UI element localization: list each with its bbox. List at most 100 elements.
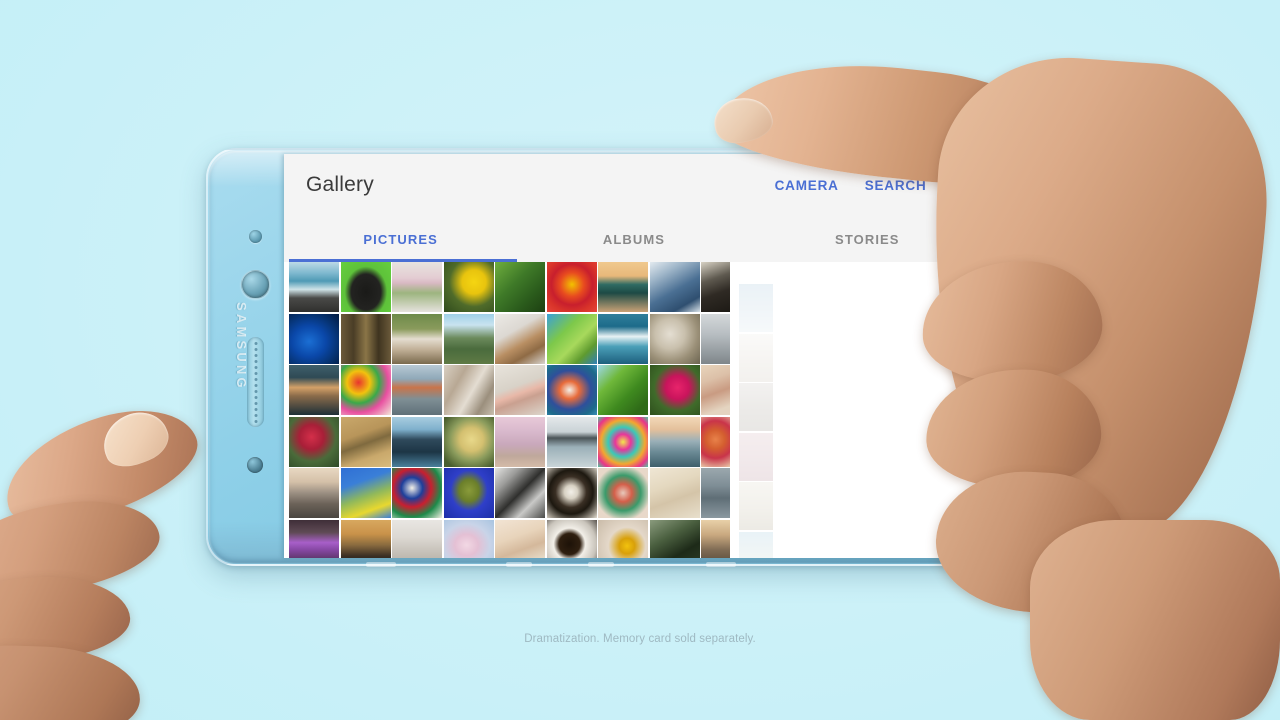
thumbnail-image xyxy=(392,468,442,518)
photo-thumbnail[interactable] xyxy=(649,313,700,364)
thumbnail-image xyxy=(392,365,442,415)
photo-thumbnail[interactable] xyxy=(495,468,545,518)
right-hand xyxy=(700,40,1280,720)
thumbnail-image xyxy=(546,468,597,518)
photo-thumbnail[interactable] xyxy=(289,262,339,312)
photo-thumbnail[interactable] xyxy=(289,313,339,364)
photo-thumbnail[interactable] xyxy=(443,262,494,312)
thumbnail-image xyxy=(649,416,700,467)
photo-thumbnail[interactable] xyxy=(392,262,442,312)
photo-thumbnail[interactable] xyxy=(598,262,648,312)
photo-thumbnail[interactable] xyxy=(443,313,494,364)
photo-thumbnail[interactable] xyxy=(495,313,545,364)
photo-thumbnail[interactable] xyxy=(495,519,545,558)
photo-thumbnail[interactable] xyxy=(649,519,700,558)
page-title: Gallery xyxy=(306,173,374,196)
photo-thumbnail[interactable] xyxy=(495,262,545,312)
thumbnail-image xyxy=(443,468,494,518)
photo-thumbnail[interactable] xyxy=(495,416,545,467)
thumbnail-image xyxy=(340,416,391,467)
thumbnail-image xyxy=(546,416,597,467)
photo-thumbnail[interactable] xyxy=(598,313,648,364)
thumbnail-image xyxy=(546,365,597,415)
photo-thumbnail[interactable] xyxy=(392,365,442,415)
scene-background: SAMSUNG Gallery CAMERA SEARCH PICTURES A… xyxy=(0,0,1280,720)
thumbnail-image xyxy=(495,262,545,312)
photo-thumbnail[interactable] xyxy=(443,365,494,415)
photo-thumbnail[interactable] xyxy=(649,416,700,467)
thumbnail-image xyxy=(546,519,597,558)
thumbnail-image xyxy=(340,365,391,415)
photo-thumbnail[interactable] xyxy=(546,416,597,467)
photo-thumbnail[interactable] xyxy=(546,468,597,518)
photo-thumbnail[interactable] xyxy=(392,416,442,467)
photo-thumbnail[interactable] xyxy=(340,519,391,558)
right-wrist xyxy=(1030,520,1280,720)
thumbnail-image xyxy=(598,262,648,312)
thumbnail-image xyxy=(546,262,597,312)
photo-thumbnail[interactable] xyxy=(649,365,700,415)
tab-pictures[interactable]: PICTURES xyxy=(284,216,517,262)
photo-thumbnail[interactable] xyxy=(598,468,648,518)
thumbnail-image xyxy=(598,519,648,558)
thumbnail-image xyxy=(340,262,391,312)
thumbnail-image xyxy=(546,313,597,364)
thumbnail-image xyxy=(598,365,648,415)
antenna-line xyxy=(366,562,396,567)
photo-thumbnail[interactable] xyxy=(443,416,494,467)
thumbnail-image xyxy=(649,262,700,312)
photo-thumbnail[interactable] xyxy=(546,313,597,364)
photo-thumbnail[interactable] xyxy=(546,262,597,312)
thumbnail-image xyxy=(495,468,545,518)
thumbnail-image xyxy=(443,313,494,364)
photo-thumbnail[interactable] xyxy=(649,468,700,518)
photo-thumbnail[interactable] xyxy=(495,365,545,415)
thumbnail-image xyxy=(649,468,700,518)
photo-thumbnail[interactable] xyxy=(649,262,700,312)
thumbnail-image xyxy=(598,468,648,518)
thumbnail-image xyxy=(392,313,442,364)
photo-thumbnail[interactable] xyxy=(598,365,648,415)
photo-thumbnail[interactable] xyxy=(340,365,391,415)
photo-thumbnail[interactable] xyxy=(392,313,442,364)
thumbnail-image xyxy=(495,416,545,467)
thumbnail-image xyxy=(289,262,339,312)
thumbnail-image xyxy=(443,416,494,467)
photo-thumbnail[interactable] xyxy=(340,416,391,467)
thumbnail-image xyxy=(392,519,442,558)
thumbnail-image xyxy=(340,519,391,558)
thumbnail-image xyxy=(649,313,700,364)
photo-thumbnail[interactable] xyxy=(340,262,391,312)
photo-thumbnail[interactable] xyxy=(598,519,648,558)
left-hand xyxy=(0,388,320,720)
photo-thumbnail[interactable] xyxy=(546,519,597,558)
thumbnail-image xyxy=(392,416,442,467)
thumbnail-image xyxy=(340,313,391,364)
thumbnail-image xyxy=(443,365,494,415)
photo-thumbnail[interactable] xyxy=(546,365,597,415)
photo-thumbnail[interactable] xyxy=(443,468,494,518)
thumbnail-image xyxy=(443,262,494,312)
thumbnail-image xyxy=(649,365,700,415)
thumbnail-image xyxy=(495,313,545,364)
thumbnail-image xyxy=(392,262,442,312)
photo-thumbnail[interactable] xyxy=(392,519,442,558)
antenna-line xyxy=(506,562,532,567)
left-palm xyxy=(0,642,142,720)
flash-sensor-icon xyxy=(249,230,262,243)
thumbnail-image xyxy=(289,313,339,364)
antenna-line xyxy=(588,562,614,567)
thumbnail-image xyxy=(649,519,700,558)
photo-thumbnail[interactable] xyxy=(340,313,391,364)
thumbnail-image xyxy=(495,365,545,415)
photo-thumbnail[interactable] xyxy=(392,468,442,518)
photo-thumbnail[interactable] xyxy=(340,468,391,518)
samsung-brand-label: SAMSUNG xyxy=(234,302,249,391)
thumbnail-image xyxy=(598,416,648,467)
thumbnail-image xyxy=(340,468,391,518)
camera-lens-icon xyxy=(241,270,270,299)
photo-thumbnail[interactable] xyxy=(598,416,648,467)
photo-thumbnail[interactable] xyxy=(443,519,494,558)
disclaimer-caption: Dramatization. Memory card sold separate… xyxy=(524,633,756,645)
thumbnail-image xyxy=(495,519,545,558)
